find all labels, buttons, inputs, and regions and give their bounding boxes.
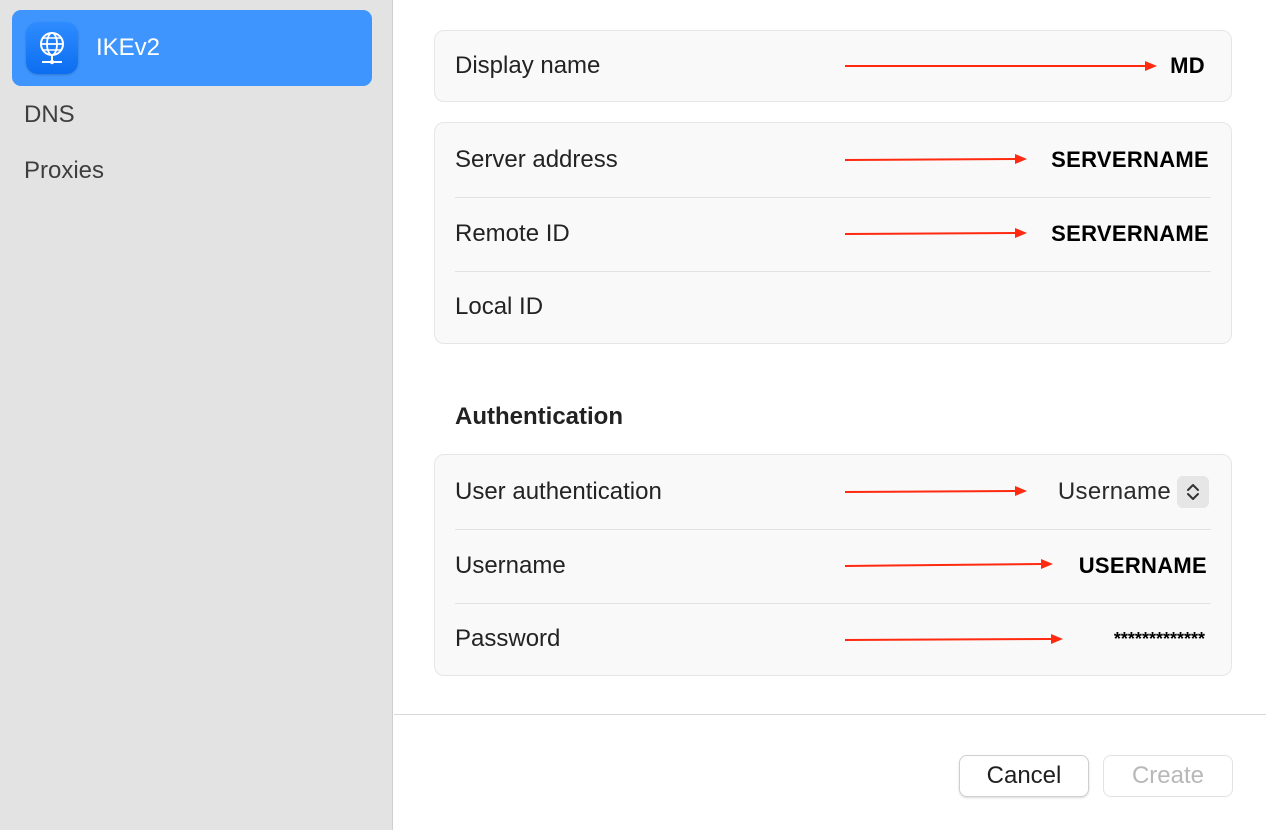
username-label: Username [455, 552, 566, 579]
username-row[interactable]: Username USERNAME [435, 529, 1231, 603]
chevron-up-down-icon[interactable] [1177, 476, 1209, 508]
user-authentication-row[interactable]: User authentication Username [435, 455, 1231, 529]
annotation-arrow [845, 228, 1027, 238]
annotation-arrow [845, 61, 1157, 71]
server-address-row[interactable]: Server address SERVERNAME [435, 123, 1231, 197]
authentication-section-title: Authentication [455, 403, 623, 430]
display-name-row[interactable]: Display name MD [435, 31, 1231, 101]
server-card: Server address SERVERNAME Remote ID SERV… [434, 122, 1232, 344]
local-id-label: Local ID [455, 293, 544, 320]
cancel-button[interactable]: Cancel [959, 755, 1089, 797]
create-button[interactable]: Create [1103, 755, 1233, 797]
username-field[interactable]: USERNAME [1079, 553, 1207, 579]
annotation-arrow [845, 486, 1027, 496]
display-name-label: Display name [455, 52, 601, 79]
server-address-field[interactable]: SERVERNAME [1051, 147, 1209, 173]
sidebar-item-label: IKEv2 [96, 34, 161, 61]
annotation-arrow [845, 559, 1053, 569]
general-card: Display name MD [434, 30, 1232, 102]
password-label: Password [455, 625, 561, 652]
local-id-row[interactable]: Local ID [435, 271, 1231, 343]
globe-network-icon [26, 22, 78, 74]
remote-id-field[interactable]: SERVERNAME [1051, 221, 1209, 247]
authentication-card: User authentication Username Username US… [434, 454, 1232, 676]
user-authentication-label: User authentication [455, 478, 662, 505]
sidebar-item-proxies[interactable]: Proxies [24, 157, 104, 185]
remote-id-row[interactable]: Remote ID SERVERNAME [435, 197, 1231, 271]
display-name-field[interactable]: MD [1170, 53, 1205, 79]
password-row[interactable]: Password ************* [435, 603, 1231, 675]
footer-divider [394, 714, 1266, 715]
user-authentication-select[interactable]: Username [1058, 478, 1171, 506]
server-address-label: Server address [455, 146, 618, 173]
sidebar-item-dns[interactable]: DNS [24, 101, 75, 129]
annotation-arrow [845, 634, 1063, 644]
remote-id-label: Remote ID [455, 220, 570, 247]
sidebar: IKEv2 DNS Proxies [0, 0, 393, 830]
annotation-arrow [845, 154, 1027, 164]
password-field[interactable]: ************* [1114, 629, 1205, 650]
main-panel: Display name MD Server address SERVERNAM… [394, 0, 1266, 830]
sidebar-item-ikev2[interactable]: IKEv2 [12, 10, 372, 86]
